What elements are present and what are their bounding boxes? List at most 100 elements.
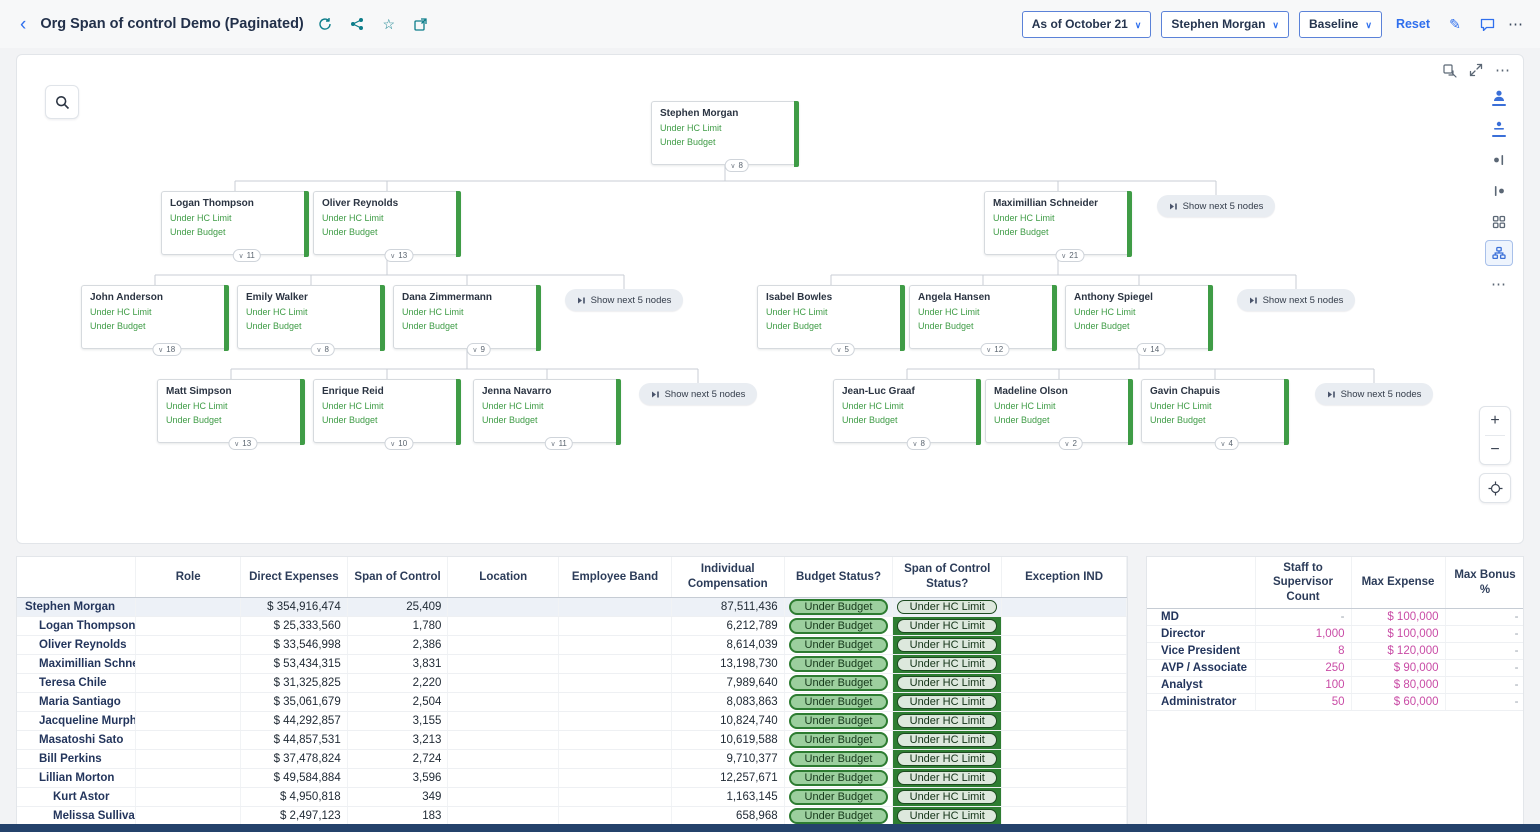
horizontal-scrollbar[interactable] [0, 824, 1540, 832]
org-node-logan[interactable]: Logan ThompsonUnder HC LimitUnder Budget… [161, 191, 309, 255]
node-expand-badge[interactable]: ∨12 [980, 343, 1009, 356]
table-row[interactable]: Melissa Sullivan$ 2,497,123183658,968Und… [17, 806, 1127, 825]
node-expand-badge[interactable]: ∨11 [544, 437, 572, 450]
org-node-jeanluc[interactable]: Jean-Luc GraafUnder HC LimitUnder Budget… [833, 379, 981, 443]
table-row[interactable]: Analyst100$ 80,000- [1147, 677, 1524, 694]
hierarchy-view-icon[interactable] [1485, 240, 1513, 266]
chevron-down-icon: ∨ [390, 252, 395, 260]
org-chart-canvas[interactable]: ⋯ [16, 54, 1524, 544]
employee-name-cell[interactable]: Maria Santiago [17, 692, 136, 711]
node-expand-badge[interactable]: ∨13 [228, 437, 257, 450]
node-hc-status: Under HC Limit [660, 122, 786, 136]
compact-view-icon[interactable] [1485, 116, 1513, 142]
node-expand-badge[interactable]: ∨8 [906, 437, 931, 450]
share-icon[interactable] [346, 13, 368, 35]
employee-name-cell[interactable]: Maximillian Schne... [17, 654, 136, 673]
org-node-angela[interactable]: Angela HansenUnder HC LimitUnder Budget∨… [909, 285, 1057, 349]
table-row[interactable]: Oliver Reynolds$ 33,546,9982,3868,614,03… [17, 635, 1127, 654]
table-row[interactable]: MD-$ 100,000- [1147, 609, 1524, 626]
as-of-date-dropdown[interactable]: As of October 21 ∨ [1022, 11, 1152, 38]
node-expand-badge[interactable]: ∨4 [1214, 437, 1239, 450]
person-dropdown[interactable]: Stephen Morgan ∨ [1161, 11, 1289, 38]
node-expand-badge[interactable]: ∨9 [466, 343, 491, 356]
employee-name-cell[interactable]: Bill Perkins [17, 749, 136, 768]
table-row[interactable]: Maria Santiago$ 35,061,6792,5048,083,863… [17, 692, 1127, 711]
org-node-gavin[interactable]: Gavin ChapuisUnder HC LimitUnder Budget∨… [1141, 379, 1289, 443]
location-cell [448, 692, 559, 711]
scenario-dropdown[interactable]: Baseline ∨ [1299, 11, 1382, 38]
org-node-emily[interactable]: Emily WalkerUnder HC LimitUnder Budget∨8 [237, 285, 385, 349]
pan-icon[interactable] [1442, 63, 1457, 78]
org-node-isabel[interactable]: Isabel BowlesUnder HC LimitUnder Budget∨… [757, 285, 905, 349]
table-row[interactable]: Administrator50$ 60,000- [1147, 694, 1524, 711]
canvas-more-icon[interactable]: ⋯ [1495, 61, 1511, 79]
node-expand-badge[interactable]: ∨5 [830, 343, 855, 356]
show-next-nodes-button[interactable]: Show next 5 nodes [1157, 195, 1275, 217]
node-expand-badge[interactable]: ∨21 [1055, 249, 1084, 262]
show-next-nodes-button[interactable]: Show next 5 nodes [1237, 289, 1355, 311]
fullscreen-icon[interactable] [1469, 63, 1483, 77]
node-expand-badge[interactable]: ∨8 [310, 343, 335, 356]
org-node-madeline[interactable]: Madeline OlsonUnder HC LimitUnder Budget… [985, 379, 1133, 443]
node-expand-badge[interactable]: ∨11 [232, 249, 260, 262]
search-button[interactable] [45, 85, 79, 119]
table-row[interactable]: Director1,000$ 100,000- [1147, 626, 1524, 643]
star-icon[interactable]: ☆ [378, 13, 400, 35]
table-row[interactable]: Kurt Astor$ 4,950,8183491,163,145Under B… [17, 787, 1127, 806]
org-node-oliver[interactable]: Oliver ReynoldsUnder HC LimitUnder Budge… [313, 191, 461, 255]
employee-band-cell [559, 692, 672, 711]
table-row[interactable]: Maximillian Schne...$ 53,434,3153,83113,… [17, 654, 1127, 673]
align-left-icon[interactable] [1485, 147, 1513, 173]
table-row[interactable]: Masatoshi Sato$ 44,857,5313,21310,619,58… [17, 730, 1127, 749]
employee-name-cell[interactable]: Masatoshi Sato [17, 730, 136, 749]
more-menu-icon[interactable]: ⋯ [1508, 15, 1524, 33]
reset-button[interactable]: Reset [1396, 17, 1430, 31]
more-options-icon[interactable]: ⋯ [1485, 271, 1513, 297]
employee-name-cell[interactable]: Melissa Sullivan [17, 806, 136, 825]
zoom-in-button[interactable]: + [1480, 407, 1510, 435]
org-node-enrique[interactable]: Enrique ReidUnder HC LimitUnder Budget∨1… [313, 379, 461, 443]
employee-name-cell[interactable]: Oliver Reynolds [17, 635, 136, 654]
node-expand-badge[interactable]: ∨13 [384, 249, 413, 262]
employee-name-cell[interactable]: Kurt Astor [17, 787, 136, 806]
show-next-nodes-button[interactable]: Show next 5 nodes [565, 289, 683, 311]
edit-pencil-icon[interactable]: ✎ [1444, 13, 1466, 35]
employee-name-cell[interactable]: Jacqueline Murphy [17, 711, 136, 730]
table-row[interactable]: Teresa Chile$ 31,325,8252,2207,989,640Un… [17, 673, 1127, 692]
table-row[interactable]: Logan Thompson$ 25,333,5601,7806,212,789… [17, 616, 1127, 635]
employee-name-cell[interactable]: Stephen Morgan [17, 597, 136, 616]
show-next-nodes-button[interactable]: Show next 5 nodes [639, 383, 757, 405]
table-row[interactable]: Stephen Morgan$ 354,916,47425,40987,511,… [17, 597, 1127, 616]
table-row[interactable]: Jacqueline Murphy$ 44,292,8573,15510,824… [17, 711, 1127, 730]
comment-icon[interactable] [1476, 13, 1498, 35]
node-expand-badge[interactable]: ∨18 [152, 343, 181, 356]
table-row[interactable]: Bill Perkins$ 37,478,8242,7249,710,377Un… [17, 749, 1127, 768]
org-node-max[interactable]: Maximillian SchneiderUnder HC LimitUnder… [984, 191, 1132, 255]
node-expand-badge[interactable]: ∨8 [724, 159, 749, 172]
node-status-bar [304, 191, 309, 257]
org-node-matt[interactable]: Matt SimpsonUnder HC LimitUnder Budget∨1… [157, 379, 305, 443]
org-node-anthony[interactable]: Anthony SpiegelUnder HC LimitUnder Budge… [1065, 285, 1213, 349]
back-button[interactable]: ‹ [16, 15, 30, 34]
org-node-stephen[interactable]: Stephen MorganUnder HC LimitUnder Budget… [651, 101, 799, 165]
org-node-dana[interactable]: Dana ZimmermannUnder HC LimitUnder Budge… [393, 285, 541, 349]
align-right-icon[interactable] [1485, 178, 1513, 204]
open-in-new-icon[interactable] [410, 13, 432, 35]
table-row[interactable]: Lillian Morton$ 49,584,8843,59612,257,67… [17, 768, 1127, 787]
org-node-john[interactable]: John AndersonUnder HC LimitUnder Budget∨… [81, 285, 229, 349]
refresh-icon[interactable] [314, 13, 336, 35]
center-target-button[interactable] [1480, 474, 1510, 502]
table-row[interactable]: Vice President8$ 120,000- [1147, 643, 1524, 660]
grid-view-icon[interactable] [1485, 209, 1513, 235]
org-node-jenna[interactable]: Jenna NavarroUnder HC LimitUnder Budget∨… [473, 379, 621, 443]
node-expand-badge[interactable]: ∨2 [1058, 437, 1083, 450]
employee-name-cell[interactable]: Logan Thompson [17, 616, 136, 635]
profile-view-icon[interactable] [1485, 85, 1513, 111]
zoom-out-button[interactable]: − [1480, 436, 1510, 464]
node-expand-badge[interactable]: ∨10 [384, 437, 413, 450]
table-row[interactable]: AVP / Associate250$ 90,000- [1147, 660, 1524, 677]
node-expand-badge[interactable]: ∨14 [1136, 343, 1165, 356]
employee-name-cell[interactable]: Lillian Morton [17, 768, 136, 787]
show-next-nodes-button[interactable]: Show next 5 nodes [1315, 383, 1433, 405]
employee-name-cell[interactable]: Teresa Chile [17, 673, 136, 692]
